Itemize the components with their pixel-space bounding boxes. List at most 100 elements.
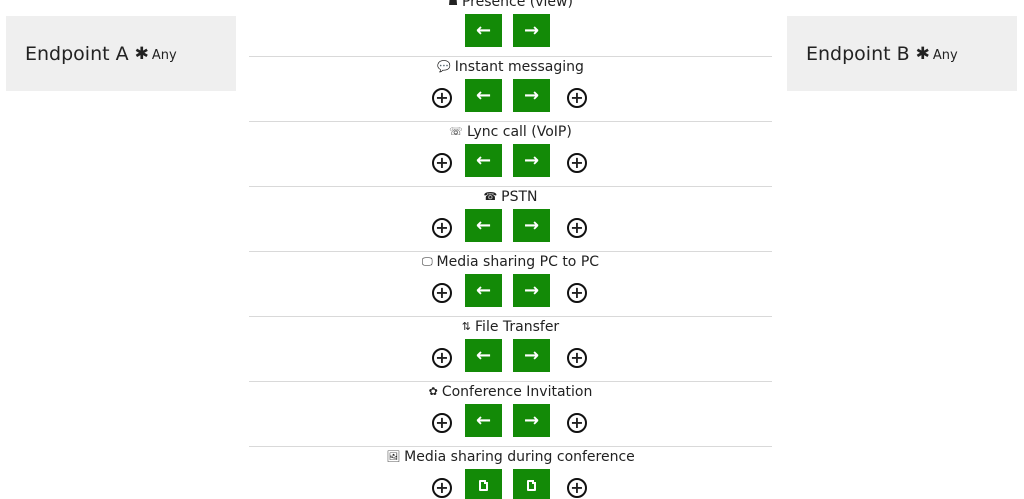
- plus-icon: +: [435, 348, 449, 367]
- add-left-button[interactable]: +: [432, 283, 452, 303]
- arrow-right-icon: →: [523, 345, 540, 366]
- conference-icon: ✿: [428, 385, 438, 398]
- feature-label: Conference Invitation: [441, 384, 593, 400]
- document-right-button[interactable]: [513, 469, 550, 499]
- arrow-left-icon: ←: [475, 150, 492, 171]
- plus-icon: +: [570, 478, 584, 497]
- arrow-left-icon: ←: [475, 410, 492, 431]
- feature-title: ✿ Conference Invitation: [249, 384, 772, 400]
- allow-b-to-a-button[interactable]: ←: [465, 404, 502, 437]
- endpoint-a-title: Endpoint A: [25, 42, 129, 65]
- plus-icon: +: [570, 348, 584, 367]
- monitor-icon: 🖵: [421, 255, 433, 268]
- feature-title: 🖼 Media sharing during conference: [249, 449, 772, 465]
- feature-conference-invitation: ✿ Conference Invitation + ← → +: [249, 382, 772, 447]
- add-left-button[interactable]: +: [432, 413, 452, 433]
- add-left-button[interactable]: +: [432, 153, 452, 173]
- feature-title: ☎ PSTN: [249, 189, 772, 205]
- add-right-button[interactable]: +: [567, 218, 587, 238]
- allow-b-to-a-button[interactable]: ←: [465, 79, 502, 112]
- feature-label: File Transfer: [475, 319, 560, 335]
- feature-title: 🖵 Media sharing PC to PC: [249, 254, 772, 270]
- feature-media-sharing-conference: 🖼 Media sharing during conference + +: [249, 447, 772, 499]
- plus-icon: +: [570, 88, 584, 107]
- allow-b-to-a-button[interactable]: ←: [465, 209, 502, 242]
- allow-a-to-b-button[interactable]: →: [513, 209, 550, 242]
- plus-icon: +: [570, 153, 584, 172]
- plus-icon: +: [435, 478, 449, 497]
- add-left-button[interactable]: +: [432, 478, 452, 498]
- feature-controls: + ← → +: [249, 79, 772, 113]
- arrow-left-icon: ←: [475, 215, 492, 236]
- feature-pstn: ☎ PSTN + ← → +: [249, 187, 772, 252]
- pstn-icon: ☎: [483, 190, 498, 203]
- arrow-right-icon: →: [523, 150, 540, 171]
- add-right-button[interactable]: +: [567, 88, 587, 108]
- add-left-button[interactable]: +: [432, 218, 452, 238]
- phone-icon: ☏: [449, 125, 463, 138]
- add-right-button[interactable]: +: [567, 283, 587, 303]
- feature-controls: ← →: [249, 14, 772, 48]
- feature-label: PSTN: [501, 189, 538, 205]
- feature-title: 💬 Instant messaging: [249, 59, 772, 75]
- feature-label: Instant messaging: [454, 59, 584, 75]
- arrow-left-icon: ←: [475, 20, 492, 41]
- feature-instant-messaging: 💬 Instant messaging + ← → +: [249, 57, 772, 122]
- allow-a-to-b-button[interactable]: →: [513, 144, 550, 177]
- endpoint-b-panel[interactable]: Endpoint B ✱ Any: [787, 16, 1017, 91]
- arrow-left-icon: ←: [475, 345, 492, 366]
- feature-label: Lync call (VoIP): [466, 124, 572, 140]
- plus-icon: +: [435, 153, 449, 172]
- allow-a-to-b-button[interactable]: →: [513, 274, 550, 307]
- transfer-icon: ⇅: [461, 320, 472, 333]
- feature-label: Media sharing during conference: [404, 449, 635, 465]
- document-icon: [527, 480, 536, 491]
- allow-b-to-a-button[interactable]: ←: [465, 274, 502, 307]
- feature-controls: + ← → +: [249, 144, 772, 178]
- allow-a-to-b-button[interactable]: →: [513, 14, 550, 47]
- allow-b-to-a-button[interactable]: ←: [465, 339, 502, 372]
- feature-lync-call: ☏ Lync call (VoIP) + ← → +: [249, 122, 772, 187]
- feature-label: Media sharing PC to PC: [436, 254, 600, 270]
- add-right-button[interactable]: +: [567, 348, 587, 368]
- asterisk-icon: ✱: [134, 43, 149, 64]
- plus-icon: +: [570, 413, 584, 432]
- feature-list: ☗ Presence (view) ← → 💬 Instant messaging …: [249, 0, 772, 499]
- feature-controls: + ← → +: [249, 339, 772, 373]
- arrow-right-icon: →: [523, 215, 540, 236]
- allow-b-to-a-button[interactable]: ←: [465, 14, 502, 47]
- endpoint-b-title: Endpoint B: [806, 42, 910, 65]
- document-icon: [479, 480, 488, 491]
- plus-icon: +: [435, 218, 449, 237]
- add-right-button[interactable]: +: [567, 413, 587, 433]
- arrow-left-icon: ←: [475, 280, 492, 301]
- add-right-button[interactable]: +: [567, 478, 587, 498]
- allow-b-to-a-button[interactable]: ←: [465, 144, 502, 177]
- arrow-right-icon: →: [523, 280, 540, 301]
- endpoint-a-scope: Any: [151, 47, 177, 63]
- feature-media-sharing-pc: 🖵 Media sharing PC to PC + ← → +: [249, 252, 772, 317]
- add-left-button[interactable]: +: [432, 88, 452, 108]
- feature-label: Presence (view): [461, 0, 573, 10]
- endpoint-b-scope: Any: [932, 47, 958, 63]
- feature-controls: + +: [249, 469, 772, 499]
- add-left-button[interactable]: +: [432, 348, 452, 368]
- add-right-button[interactable]: +: [567, 153, 587, 173]
- allow-a-to-b-button[interactable]: →: [513, 79, 550, 112]
- arrow-left-icon: ←: [475, 85, 492, 106]
- endpoint-a-panel[interactable]: Endpoint A ✱ Any: [6, 16, 236, 91]
- presence-icon: ☗: [448, 0, 458, 8]
- asterisk-icon: ✱: [915, 43, 930, 64]
- arrow-right-icon: →: [523, 85, 540, 106]
- arrow-right-icon: →: [523, 410, 540, 431]
- document-left-button[interactable]: [465, 469, 502, 499]
- plus-icon: +: [570, 218, 584, 237]
- feature-presence: ☗ Presence (view) ← →: [249, 0, 772, 57]
- feature-controls: + ← → +: [249, 209, 772, 243]
- allow-a-to-b-button[interactable]: →: [513, 339, 550, 372]
- allow-a-to-b-button[interactable]: →: [513, 404, 550, 437]
- plus-icon: +: [570, 283, 584, 302]
- feature-title: ☗ Presence (view): [249, 0, 772, 10]
- plus-icon: +: [435, 88, 449, 107]
- feature-title: ⇅ File Transfer: [249, 319, 772, 335]
